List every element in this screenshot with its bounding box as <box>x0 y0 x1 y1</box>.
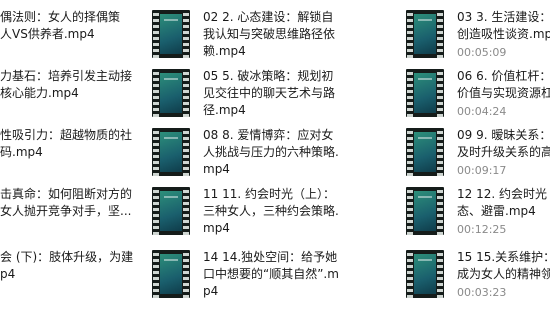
file-name: 03 3. 生活建设： 创造吸性谈资.mp <box>457 10 550 41</box>
video-thumbnail-icon[interactable] <box>406 250 444 298</box>
file-duration: 00:04:24 <box>457 105 507 118</box>
video-thumbnail-icon[interactable] <box>406 128 444 176</box>
file-item[interactable]: 12 12. 约会时光 态、避雷.mp4 00:12:25 <box>0 187 550 247</box>
video-thumbnail-icon[interactable] <box>406 187 444 235</box>
video-thumbnail-icon[interactable] <box>406 69 444 117</box>
file-duration: 00:09:17 <box>457 164 507 177</box>
file-duration: 00:12:25 <box>457 223 507 236</box>
file-grid: 偶法则：女人的择偶策 人VS供养者.mp4 力基石：培养引发主动接 核心能力.mp… <box>0 0 550 315</box>
file-name: 09 9. 暧昧关系： 及时升级关系的高 <box>457 128 550 159</box>
file-duration: 00:03:23 <box>457 286 507 299</box>
file-item[interactable]: 03 3. 生活建设： 创造吸性谈资.mp 00:05:09 <box>0 10 550 70</box>
file-item[interactable]: 09 9. 暧昧关系： 及时升级关系的高 00:09:17 <box>0 128 550 188</box>
file-name: 15 15.关系维护： 成为女人的精神领 <box>457 250 550 281</box>
file-name: 12 12. 约会时光 态、避雷.mp4 <box>457 187 547 218</box>
video-thumbnail-icon[interactable] <box>406 10 444 58</box>
file-name: 06 6. 价值杠杆： 价值与实现资源杠 <box>457 69 550 100</box>
file-duration: 00:05:09 <box>457 46 507 59</box>
file-item[interactable]: 15 15.关系维护： 成为女人的精神领 00:03:23 <box>0 250 550 310</box>
file-item[interactable]: 06 6. 价值杠杆： 价值与实现资源杠 00:04:24 <box>0 69 550 129</box>
